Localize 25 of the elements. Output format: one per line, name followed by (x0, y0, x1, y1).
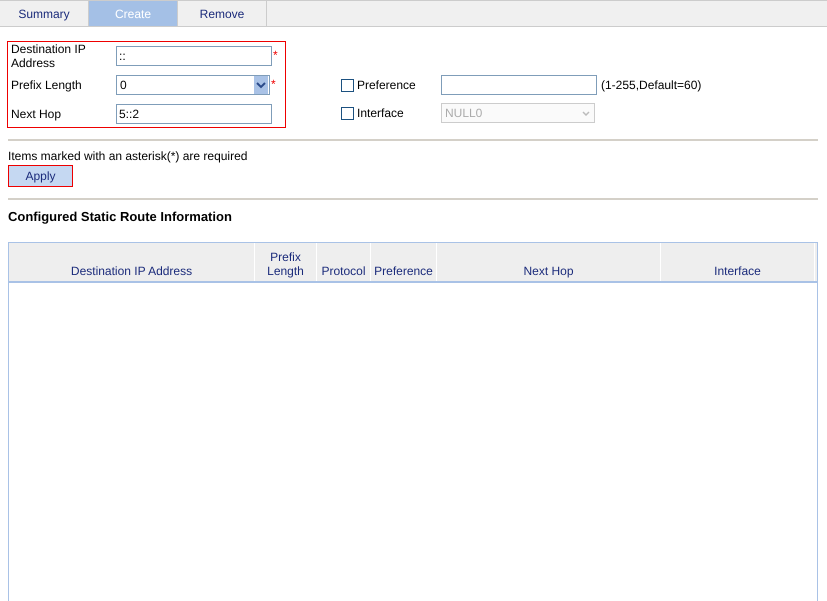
chevron-down-icon (254, 76, 268, 94)
column-header: Destination IP Address (9, 243, 255, 281)
section-title: Configured Static Route Information (8, 209, 233, 224)
input-field[interactable]: 5::2 (116, 104, 272, 124)
apply-button[interactable]: Apply (8, 165, 73, 187)
input-field[interactable] (441, 75, 597, 95)
required-asterisk: * (271, 77, 276, 91)
column-header: Interface (661, 243, 815, 281)
column-header: Preference (371, 243, 437, 281)
field-label: Next Hop (11, 106, 62, 120)
column-header: Protocol (317, 243, 371, 281)
checkbox-label: Preference (357, 78, 416, 92)
field-label: Prefix Length (11, 78, 83, 92)
required-note: Items marked with an asterisk(*) are required (8, 149, 248, 163)
chevron-down-icon (582, 110, 590, 116)
column-header: Prefix Length (255, 243, 317, 281)
tab[interactable]: Remove (178, 1, 267, 26)
input-field[interactable]: :: (116, 46, 272, 66)
range-hint: (1-255,Default=60) (601, 78, 702, 92)
checkbox[interactable] (341, 78, 354, 92)
dropdown[interactable]: 0 (116, 74, 270, 94)
checkbox-label: Interface (357, 106, 404, 120)
column-header: Next Hop (437, 243, 661, 281)
field-label: Destination IP Address (11, 42, 86, 70)
required-asterisk: * (273, 48, 278, 62)
